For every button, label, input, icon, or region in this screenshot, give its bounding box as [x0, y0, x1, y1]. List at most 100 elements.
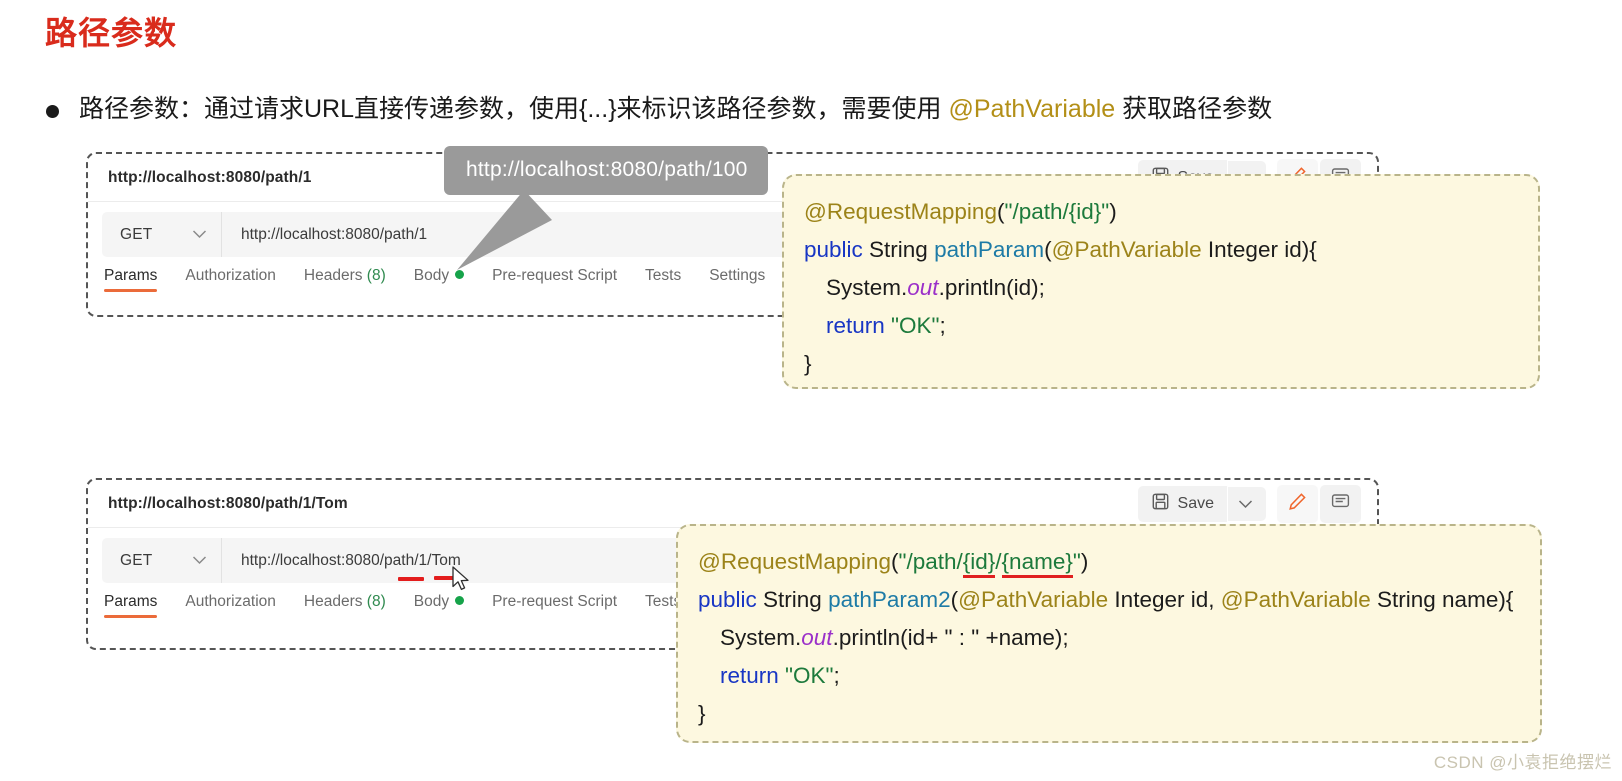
tab-label: Headers — [303, 593, 363, 610]
panel2-method-select[interactable]: GET — [102, 538, 222, 583]
panel1-method-label: GET — [120, 225, 153, 243]
panel1-request-tab-name[interactable]: http://localhost:8080/path/1 — [108, 169, 311, 187]
static-field-token: out — [907, 275, 939, 301]
panel2-toolbar: Save — [1137, 484, 1377, 523]
keyword-token: public — [804, 237, 863, 263]
keyword-token: public — [698, 587, 757, 613]
csdn-watermark: CSDN @小袁拒绝摆烂 — [1433, 753, 1612, 772]
params-token: String name){ — [1370, 587, 1514, 613]
body-status-dot-icon — [455, 596, 465, 605]
keyword-token: return — [720, 663, 779, 689]
panel2-tab-prerequest-script[interactable]: Pre-request Script — [492, 593, 617, 618]
string-token: " — [1072, 549, 1081, 574]
punct-token: ) — [1109, 199, 1117, 224]
expr-token: .println(id); — [938, 275, 1045, 301]
panel1-tab-settings[interactable]: Settings — [709, 267, 765, 292]
chevron-down-icon — [192, 552, 207, 570]
panel2-url-input[interactable]: http://localhost:8080/path/1/Tom — [222, 552, 461, 570]
type-token: String — [756, 587, 829, 613]
tab-label: Params — [104, 593, 158, 610]
code1-line-4: return "OK"; — [804, 307, 1512, 345]
panel1-tab-tests[interactable]: Tests — [645, 267, 681, 292]
panel1-url-input[interactable]: http://localhost:8080/path/1 — [222, 226, 427, 244]
type-token: String — [862, 237, 935, 263]
annotation-token: @RequestMapping — [698, 549, 891, 574]
tab-label: Pre-request Script — [492, 593, 618, 610]
bullet-text: 路径参数：通过请求URL直接传递参数，使用{...}来标识该路径参数，需要使用 … — [79, 94, 1272, 125]
punct-token: ; — [833, 663, 840, 689]
floppy-disk-icon — [1152, 493, 1169, 515]
code2-line-4: return "OK"; — [698, 657, 1514, 695]
code2-line-1: @RequestMapping("/path/{id}/{name}") — [698, 543, 1514, 581]
panel1-tab-headers[interactable]: Headers (8) — [304, 267, 386, 292]
callout-text: http://localhost:8080/path/100 — [466, 158, 748, 181]
panel2-edit-button[interactable] — [1277, 484, 1318, 523]
method-token: pathParam2 — [828, 587, 951, 613]
headers-count: (8) — [366, 593, 386, 610]
bullet-text-highlight: @PathVariable — [948, 95, 1116, 123]
code1-line-1: @RequestMapping("/path/{id}") — [804, 193, 1512, 231]
panel1-tabs: Params Authorization Headers (8) Body Pr… — [104, 267, 765, 292]
annotation-token: @RequestMapping — [804, 199, 997, 224]
string-token-underlined-name: {name} — [1001, 549, 1073, 578]
string-token: "/path/ — [898, 549, 963, 574]
punct-token: ( — [1044, 237, 1052, 263]
annotation-token: @PathVariable — [1051, 237, 1202, 263]
panel2-tab-bar: http://localhost:8080/path/1/Tom Save — [88, 480, 1377, 528]
bullet-text-suffix: 获取路径参数 — [1115, 95, 1273, 123]
string-token-underlined-id: {id} — [962, 549, 996, 578]
url-marker-dash-name — [434, 576, 463, 580]
panel2-save-label: Save — [1177, 494, 1214, 512]
panel1-tab-authorization[interactable]: Authorization — [185, 267, 275, 292]
callout-tail-icon — [444, 190, 574, 272]
string-token: "OK" — [785, 663, 834, 689]
headers-count: (8) — [366, 267, 386, 284]
url-callout: http://localhost:8080/path/100 — [444, 146, 768, 195]
panel2-tabs: Params Authorization Headers (8) Body Pr… — [104, 593, 681, 618]
bullet-paragraph: 路径参数：通过请求URL直接传递参数，使用{...}来标识该路径参数，需要使用 … — [46, 94, 1272, 125]
url-marker-dash-id — [398, 577, 424, 581]
tab-label: Headers — [303, 267, 363, 284]
annotation-token: @PathVariable — [1220, 587, 1371, 613]
code1-line-3: System.out.println(id); — [804, 269, 1512, 307]
code2-line-2: public String pathParam2(@PathVariable I… — [698, 581, 1514, 619]
code-snippet-2: @RequestMapping("/path/{id}/{name}") pub… — [676, 524, 1542, 743]
panel2-tab-body[interactable]: Body — [413, 593, 465, 618]
keyword-token: return — [826, 313, 885, 339]
annotation-token: @PathVariable — [958, 587, 1109, 613]
tab-label: Authorization — [185, 267, 276, 284]
panel1-tab-params[interactable]: Params — [104, 267, 158, 292]
string-token: "OK" — [891, 313, 940, 339]
tab-label: Params — [104, 267, 158, 284]
code-snippet-1: @RequestMapping("/path/{id}") public Str… — [782, 174, 1540, 389]
expr-token: System. — [826, 275, 908, 301]
pencil-icon — [1288, 492, 1307, 516]
tab-label: Tests — [645, 267, 682, 284]
method-token: pathParam — [934, 237, 1045, 263]
expr-token: .println(id+ " : " +name); — [832, 625, 1069, 651]
panel2-tab-params[interactable]: Params — [104, 593, 158, 618]
code2-line-5: } — [698, 701, 706, 727]
chevron-down-icon — [1238, 496, 1253, 514]
string-token: "/path/{id}" — [1004, 199, 1110, 224]
bullet-text-prefix: 路径参数：通过请求URL直接传递参数，使用{...}来标识该路径参数，需要使用 — [79, 95, 949, 123]
panel2-tab-headers[interactable]: Headers (8) — [304, 593, 386, 618]
page-title: 路径参数 — [45, 15, 178, 51]
string-token: / — [995, 549, 1002, 574]
panel2-comment-button[interactable] — [1320, 484, 1361, 523]
panel2-save-dropdown-button[interactable] — [1228, 486, 1266, 521]
panel2-method-label: GET — [120, 551, 153, 569]
tab-label: Body — [413, 593, 450, 610]
panel1-method-select[interactable]: GET — [102, 212, 222, 257]
bullet-dot-icon — [46, 105, 59, 118]
punct-token: ; — [939, 313, 946, 339]
params-token: Integer id, — [1108, 587, 1221, 613]
tab-label: Authorization — [185, 593, 276, 610]
comment-icon — [1331, 492, 1350, 516]
expr-token: System. — [720, 625, 802, 651]
panel2-save-button[interactable]: Save — [1137, 485, 1227, 522]
tab-label: Settings — [709, 267, 766, 284]
panel2-request-tab-name[interactable]: http://localhost:8080/path/1/Tom — [108, 495, 348, 513]
punct-token: ) — [1080, 549, 1089, 574]
panel2-tab-authorization[interactable]: Authorization — [185, 593, 275, 618]
